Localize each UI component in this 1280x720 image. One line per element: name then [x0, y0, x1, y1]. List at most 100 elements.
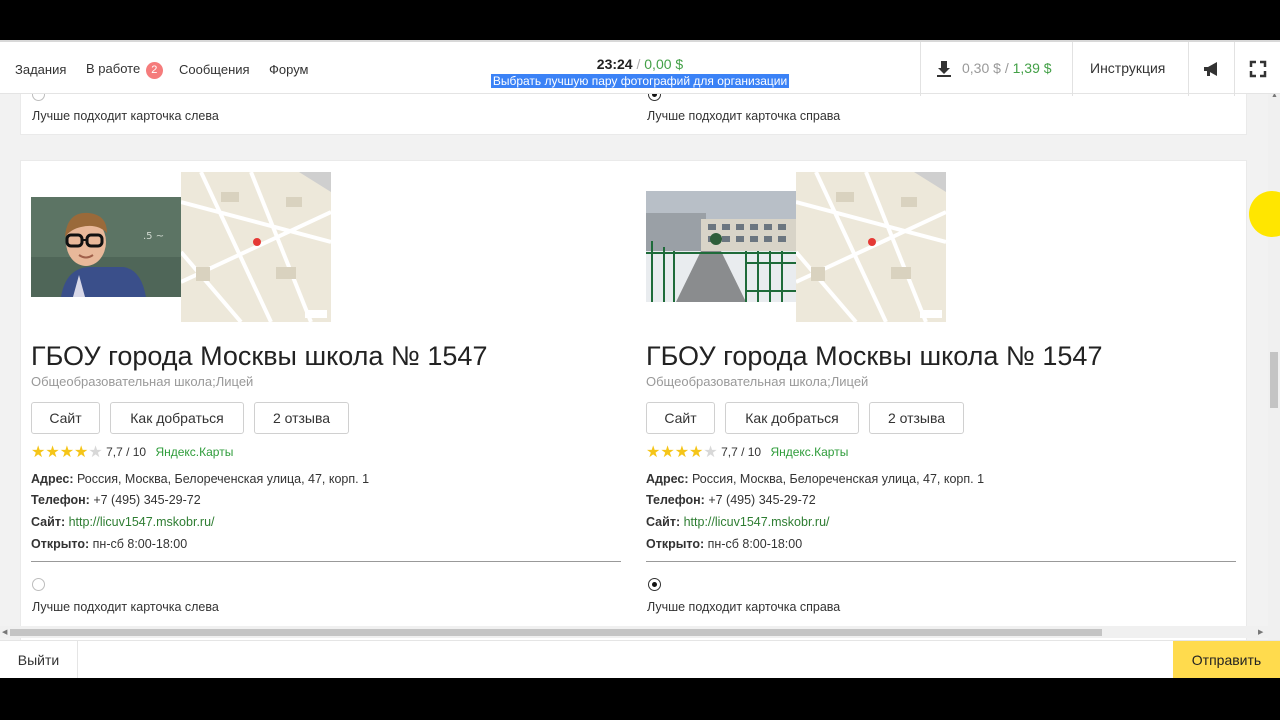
nav-messages[interactable]: Сообщения — [179, 62, 250, 77]
scroll-right-icon[interactable]: ▶ — [1258, 628, 1263, 636]
svg-text:.5 ~: .5 ~ — [143, 231, 164, 242]
star-icon: ★ — [45, 444, 60, 461]
site-button-right[interactable]: Сайт — [646, 402, 715, 434]
submit-button[interactable]: Отправить — [1173, 641, 1280, 678]
rating-row-right: ★★★★★ 7,7 / 10 Яндекс.Карты — [646, 445, 848, 461]
org-category-right: Общеобразовательная школа;Лицей — [646, 374, 869, 389]
rating-stars-left: ★★★★★ — [31, 445, 103, 461]
label-left: Лучше подходит карточка слева — [32, 600, 219, 614]
address-value: Россия, Москва, Белореченская улица, 47,… — [76, 472, 370, 486]
site-right: Сайт: http://licuv1547.mskobr.ru/ — [646, 515, 830, 529]
boy-with-glasses-photo: .5 ~ — [31, 197, 181, 297]
hours-left: Открыто: пн-сб 8:00-18:00 — [31, 537, 187, 551]
site-link[interactable]: http://licuv1547.mskobr.ru/ — [684, 515, 830, 529]
star-icon: ★ — [660, 444, 675, 461]
nav-forum[interactable]: Форум — [269, 62, 309, 77]
megaphone-icon[interactable] — [1202, 59, 1222, 79]
directions-button-right[interactable]: Как добраться — [725, 402, 859, 434]
hours-label: Открыто: — [646, 537, 705, 551]
nav-in-progress-label: В работе — [86, 61, 141, 76]
rating-source-right[interactable]: Яндекс.Карты — [770, 445, 848, 459]
radio-right[interactable] — [648, 578, 661, 591]
address-value: Россия, Москва, Белореченская улица, 47,… — [691, 472, 985, 486]
top-toolbar: Задания В работе 2 Сообщения Форум 23:24… — [0, 40, 1280, 96]
rating-max-left: / 10 — [126, 445, 147, 460]
hours-value: пн-сб 8:00-18:00 — [707, 537, 803, 551]
hours-value: пн-сб 8:00-18:00 — [92, 537, 188, 551]
address-left: Адрес: Россия, Москва, Белореченская ули… — [31, 472, 369, 486]
horizontal-scrollbar[interactable]: ◀ ▶ — [0, 626, 1268, 638]
task-page: Лучше подходит карточка слева Лучше подх… — [0, 40, 1280, 678]
star-icon: ★ — [689, 444, 704, 461]
phone-value: +7 (495) 345-29-72 — [93, 493, 201, 507]
site-link[interactable]: http://licuv1547.mskobr.ru/ — [69, 515, 215, 529]
fullscreen-icon[interactable] — [1248, 59, 1268, 79]
session-earned: 0,00 $ — [644, 56, 684, 72]
horizontal-scroll-thumb[interactable] — [10, 629, 1102, 636]
org-category-left: Общеобразовательная школа;Лицей — [31, 374, 254, 389]
label-right: Лучше подходит карточка справа — [647, 600, 841, 614]
card-divider-right — [646, 561, 1236, 562]
nav-tasks[interactable]: Задания — [15, 62, 66, 77]
phone-right: Телефон: +7 (495) 345-29-72 — [646, 493, 816, 507]
cursor-highlight — [1249, 191, 1280, 237]
header-divider — [920, 42, 921, 96]
school-building-photo — [646, 191, 796, 302]
address-label: Адрес: — [646, 472, 689, 486]
star-icon: ★ — [646, 444, 661, 461]
star-empty-icon: ★ — [703, 444, 718, 461]
address-right: Адрес: Россия, Москва, Белореченская ули… — [646, 472, 984, 486]
rating-stars-right: ★★★★★ — [646, 445, 718, 461]
org-title-right: ГБОУ города Москвы школа № 1547 — [646, 341, 1103, 371]
site-label: Сайт: — [31, 515, 66, 529]
exit-button[interactable]: Выйти — [0, 641, 78, 678]
timer-separator: / — [636, 56, 641, 72]
phone-left: Телефон: +7 (495) 345-29-72 — [31, 493, 201, 507]
phone-label: Телефон: — [31, 493, 90, 507]
balance-available: 0,30 $ — [962, 60, 1001, 76]
vertical-scrollbar[interactable]: ▲ ▼ — [1268, 80, 1280, 678]
task-title: Выбрать лучшую пару фотографий для орган… — [490, 74, 790, 88]
site-label: Сайт: — [646, 515, 681, 529]
vertical-scroll-thumb[interactable] — [1270, 352, 1278, 408]
site-button-left[interactable]: Сайт — [31, 402, 100, 434]
org-title-left: ГБОУ города Москвы школа № 1547 — [31, 341, 488, 371]
task-status: 23:24 / 0,00 $ Выбрать лучшую пару фотог… — [490, 56, 790, 90]
star-icon: ★ — [31, 444, 46, 461]
map-thumbnail-right — [796, 172, 946, 322]
nav-in-progress[interactable]: В работе 2 — [86, 61, 163, 79]
header-divider — [1072, 42, 1073, 96]
phone-label: Телефон: — [646, 493, 705, 507]
rating-value-left: 7,7 — [106, 445, 123, 460]
instructions-button[interactable]: Инструкция — [1090, 60, 1165, 76]
rating-value-right: 7,7 — [721, 445, 738, 460]
phone-value: +7 (495) 345-29-72 — [708, 493, 816, 507]
scroll-left-icon[interactable]: ◀ — [2, 628, 7, 636]
footer-bar: Выйти Отправить — [0, 640, 1280, 678]
header-divider — [1234, 42, 1235, 96]
balance: 0,30 $ / 1,39 $ — [936, 60, 1052, 76]
site-left: Сайт: http://licuv1547.mskobr.ru/ — [31, 515, 215, 529]
timer-line: 23:24 / 0,00 $ — [490, 56, 790, 72]
star-empty-icon: ★ — [88, 444, 103, 461]
timer: 23:24 — [596, 56, 633, 72]
hours-label: Открыто: — [31, 537, 90, 551]
directions-button-left[interactable]: Как добраться — [110, 402, 244, 434]
label-left-previous: Лучше подходит карточка слева — [32, 109, 219, 123]
rating-max-right: / 10 — [741, 445, 762, 460]
radio-left[interactable] — [32, 578, 45, 591]
header-divider — [1188, 42, 1189, 96]
star-icon: ★ — [59, 444, 75, 461]
star-icon: ★ — [74, 444, 89, 461]
label-right-previous: Лучше подходит карточка справа — [647, 109, 841, 123]
reviews-button-right[interactable]: 2 отзыва — [869, 402, 964, 434]
card-divider-left — [31, 561, 621, 562]
in-progress-badge: 2 — [145, 62, 163, 79]
comparison-panel: .5 ~ ГБОУ города Москвы школа № 1547 Общ… — [20, 160, 1247, 678]
balance-total: 1,39 $ — [1012, 60, 1052, 76]
rating-row-left: ★★★★★ 7,7 / 10 Яндекс.Карты — [31, 445, 233, 461]
hours-right: Открыто: пн-сб 8:00-18:00 — [646, 537, 802, 551]
rating-source-left[interactable]: Яндекс.Карты — [155, 445, 233, 459]
balance-separator: / — [1004, 60, 1009, 76]
reviews-button-left[interactable]: 2 отзыва — [254, 402, 349, 434]
